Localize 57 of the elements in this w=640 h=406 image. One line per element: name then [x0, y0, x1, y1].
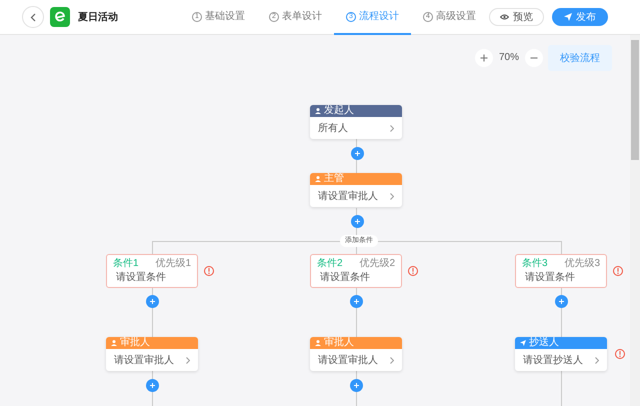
condition-priority: 优先级1: [155, 257, 191, 270]
node-content: 请设置审批人: [318, 190, 378, 204]
person-icon: [315, 176, 321, 182]
send-icon: [520, 340, 526, 346]
chevron-right-icon: [390, 356, 394, 364]
scrollbar-thumb[interactable]: [631, 40, 639, 160]
condition-card[interactable]: 条件1 优先级1 请设置条件: [106, 254, 198, 288]
add-node-button[interactable]: [350, 295, 363, 308]
condition-card[interactable]: 条件2 优先级2 请设置条件: [310, 254, 402, 288]
condition-content: 请设置条件: [524, 270, 576, 285]
condition-priority: 优先级2: [359, 257, 395, 270]
node-content: 请设置抄送人: [523, 354, 583, 368]
node-card[interactable]: 抄送人 请设置抄送人: [515, 337, 607, 371]
add-node-button[interactable]: [350, 379, 363, 392]
add-node-button[interactable]: [351, 215, 364, 228]
condition-title: 条件3: [522, 257, 548, 270]
plus-icon: [355, 151, 360, 156]
chevron-right-icon: [595, 356, 599, 364]
zoom-in-button[interactable]: [475, 49, 493, 67]
condition-card[interactable]: 条件3 优先级3 请设置条件: [515, 254, 607, 288]
chevron-right-icon: [390, 192, 394, 200]
app-logo: [50, 7, 70, 27]
person-icon: [111, 340, 117, 346]
node-content: 所有人: [318, 122, 348, 136]
plus-icon: [559, 299, 564, 304]
plus-icon: [150, 299, 155, 304]
condition-content: 请设置条件: [115, 270, 167, 285]
add-node-button[interactable]: [146, 295, 159, 308]
condition-title: 条件1: [113, 257, 139, 270]
condition-title: 条件2: [317, 257, 343, 270]
chevron-left-icon: [30, 12, 36, 22]
back-button[interactable]: [22, 6, 44, 28]
plus-icon: [354, 299, 359, 304]
add-node-button[interactable]: [146, 379, 159, 392]
node-content: 请设置审批人: [114, 354, 174, 368]
chevron-right-icon: [390, 124, 394, 132]
person-icon: [315, 340, 321, 346]
plus-icon: [480, 54, 488, 62]
node-title: 发起人: [324, 105, 354, 117]
chevron-right-icon: [186, 356, 190, 364]
node-content: 请设置审批人: [318, 354, 378, 368]
plus-icon: [355, 219, 360, 224]
zoom-level: 70%: [499, 51, 520, 65]
plus-icon: [150, 383, 155, 388]
node-title: 抄送人: [529, 337, 559, 349]
node-card[interactable]: 发起人 所有人: [310, 105, 402, 139]
condition-priority: 优先级3: [564, 257, 600, 270]
app-title: 夏日活动: [78, 10, 118, 24]
condition-content: 请设置条件: [319, 270, 371, 285]
plus-icon: [354, 383, 359, 388]
eye-icon: [500, 14, 509, 20]
send-icon: [564, 13, 572, 21]
zoom-out-button[interactable]: [525, 49, 543, 67]
preview-button[interactable]: 预览: [489, 8, 544, 26]
person-icon: [315, 108, 321, 114]
add-node-button[interactable]: [351, 147, 364, 160]
add-node-button[interactable]: [555, 295, 568, 308]
